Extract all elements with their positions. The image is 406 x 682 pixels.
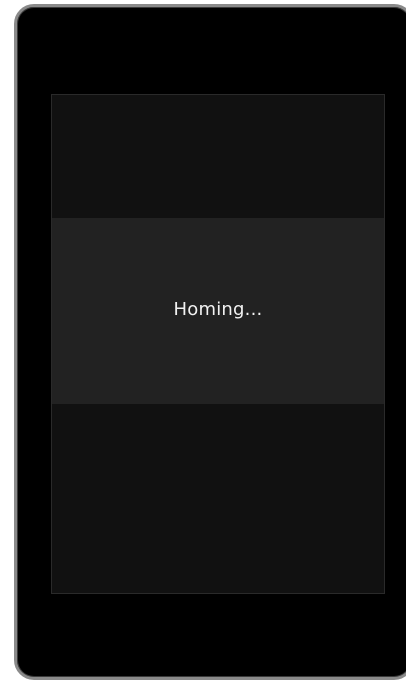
homing-status-message: Homing... [173, 298, 263, 320]
app-screen: Homing... [51, 94, 385, 594]
progress-dialog: Homing... [52, 218, 384, 404]
